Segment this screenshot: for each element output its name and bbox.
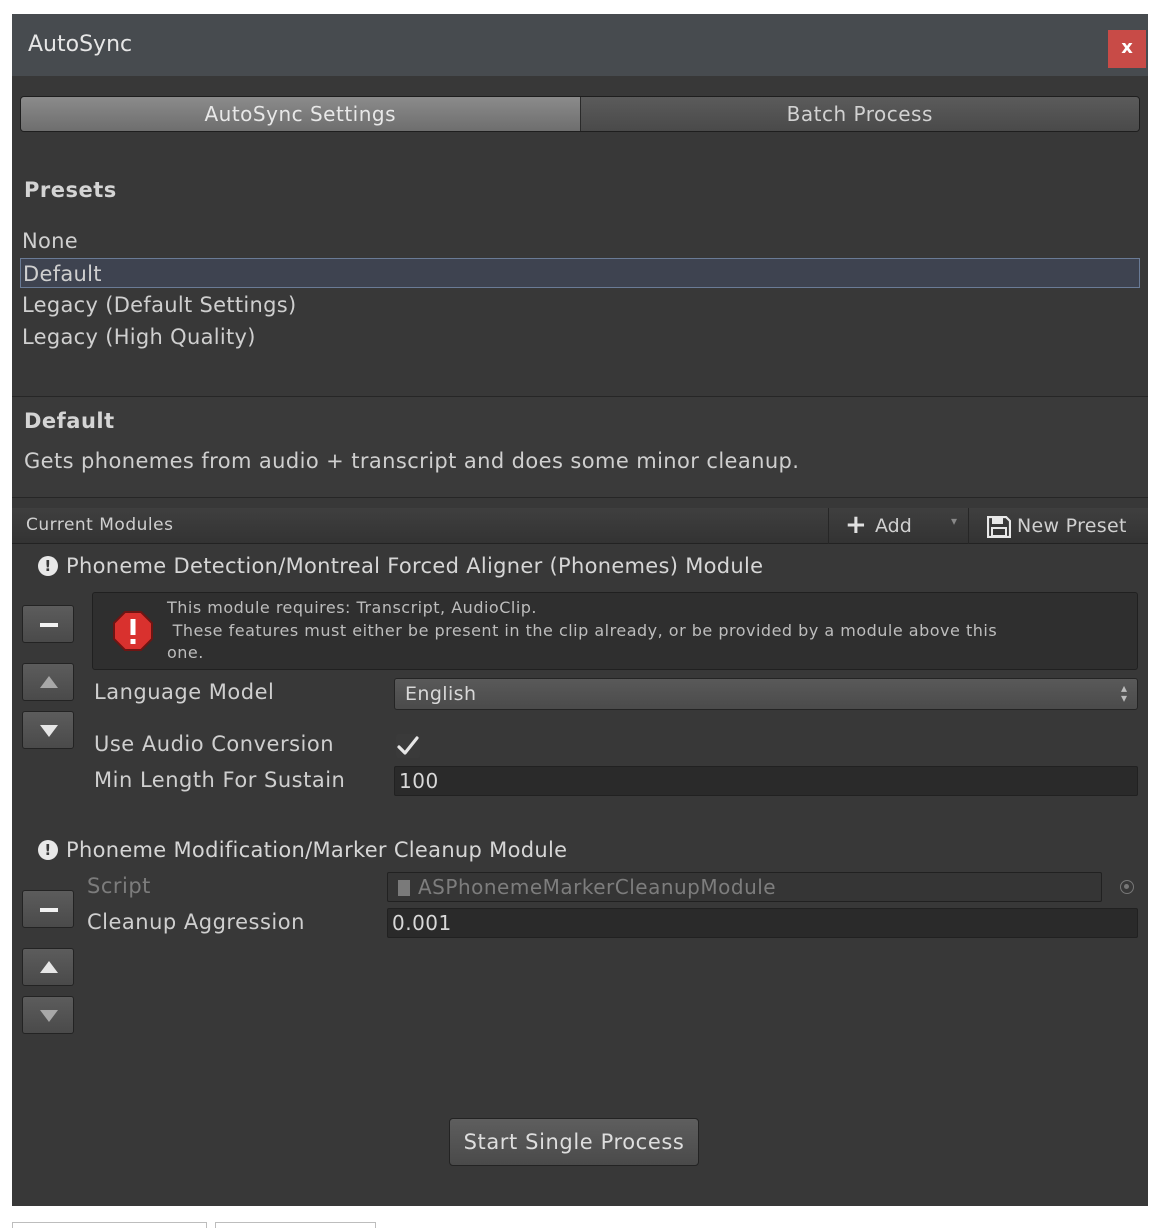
module1-title: ! Phoneme Detection/Montreal Forced Align… bbox=[38, 554, 763, 578]
new-preset-button[interactable]: New Preset bbox=[968, 508, 1148, 544]
description-title: Default bbox=[24, 409, 115, 433]
script-field: ASPhonemeMarkerCleanupModule bbox=[387, 872, 1102, 902]
module1-move-down-button[interactable] bbox=[22, 711, 74, 749]
tab-bar: AutoSync Settings Batch Process bbox=[20, 96, 1140, 132]
module1-title-text: Phoneme Detection/Montreal Forced Aligne… bbox=[66, 554, 764, 578]
module1-error-box: This module requires: Transcript, AudioC… bbox=[92, 592, 1138, 670]
module1-error-text: This module requires: Transcript, AudioC… bbox=[167, 597, 1137, 665]
save-icon bbox=[987, 516, 1011, 538]
language-model-dropdown[interactable]: English ▴ ▾ bbox=[394, 678, 1138, 710]
current-modules-bar: Current Modules + Add ▾ New Preset bbox=[12, 508, 1148, 544]
presets-heading: Presets bbox=[24, 178, 117, 202]
tab-batch-process[interactable]: Batch Process bbox=[579, 97, 1139, 131]
preset-description: Default Gets phonemes from audio + trans… bbox=[12, 396, 1148, 498]
add-label: Add bbox=[875, 515, 912, 537]
arrow-up-icon bbox=[40, 961, 58, 973]
chevron-down-icon: ▾ bbox=[951, 514, 958, 528]
warning-icon: ! bbox=[38, 840, 58, 860]
preset-item-legacy-high-quality[interactable]: Legacy (High Quality) bbox=[20, 322, 1140, 352]
language-model-label: Language Model bbox=[94, 680, 275, 704]
module1-move-up-button[interactable] bbox=[22, 663, 74, 701]
title-bar: AutoSync x bbox=[12, 14, 1148, 76]
cleanup-aggression-label: Cleanup Aggression bbox=[87, 910, 305, 934]
lower-panel-tab-1[interactable] bbox=[12, 1222, 207, 1228]
description-text: Gets phonemes from audio + transcript an… bbox=[24, 449, 800, 473]
error-line-2: These features must either be present in… bbox=[167, 620, 998, 640]
module2-title: ! Phoneme Modification/Marker Cleanup Mod… bbox=[38, 838, 567, 862]
use-audio-conversion-checkbox[interactable] bbox=[396, 734, 420, 758]
arrow-down-icon bbox=[40, 725, 58, 737]
module2-remove-button[interactable] bbox=[22, 890, 74, 928]
error-line-3: one. bbox=[167, 643, 204, 662]
script-label: Script bbox=[87, 874, 151, 898]
tab-autosync-settings[interactable]: AutoSync Settings bbox=[21, 97, 580, 131]
window-title: AutoSync bbox=[28, 32, 133, 57]
min-length-label: Min Length For Sustain bbox=[94, 768, 346, 792]
use-audio-conversion-label: Use Audio Conversion bbox=[94, 732, 335, 756]
warning-icon: ! bbox=[38, 556, 58, 576]
lower-panel-tab-2[interactable] bbox=[215, 1222, 376, 1228]
script-value: ASPhonemeMarkerCleanupModule bbox=[418, 875, 777, 899]
preset-item-default[interactable]: Default bbox=[20, 258, 1140, 288]
new-preset-label: New Preset bbox=[1017, 515, 1127, 537]
add-module-button[interactable]: + Add ▾ bbox=[828, 508, 968, 544]
preset-item-legacy-default[interactable]: Legacy (Default Settings) bbox=[20, 290, 1140, 320]
script-file-icon bbox=[398, 880, 410, 896]
module2-move-up-button[interactable] bbox=[22, 948, 74, 986]
start-single-process-button[interactable]: Start Single Process bbox=[449, 1118, 699, 1166]
arrow-down-icon bbox=[40, 1010, 58, 1022]
error-icon bbox=[113, 611, 153, 651]
current-modules-label: Current Modules bbox=[26, 515, 174, 535]
arrow-up-icon bbox=[40, 676, 58, 688]
preset-item-none[interactable]: None bbox=[20, 226, 1140, 256]
updown-arrows-icon: ▴ ▾ bbox=[1120, 681, 1127, 705]
language-model-value: English bbox=[405, 683, 477, 705]
plus-icon: + bbox=[845, 510, 867, 540]
error-line-1: This module requires: Transcript, AudioC… bbox=[167, 598, 538, 617]
cleanup-aggression-input[interactable]: 0.001 bbox=[387, 908, 1138, 938]
min-length-input[interactable]: 100 bbox=[394, 766, 1138, 796]
close-button[interactable]: x bbox=[1108, 30, 1146, 68]
module2-move-down-button[interactable] bbox=[22, 996, 74, 1034]
module2-title-text: Phoneme Modification/Marker Cleanup Modu… bbox=[66, 838, 568, 862]
module1-remove-button[interactable] bbox=[22, 605, 74, 643]
autosync-window: AutoSync x AutoSync Settings Batch Proce… bbox=[12, 14, 1148, 1206]
checkmark-icon bbox=[397, 736, 419, 755]
object-picker-icon[interactable] bbox=[1120, 880, 1134, 894]
